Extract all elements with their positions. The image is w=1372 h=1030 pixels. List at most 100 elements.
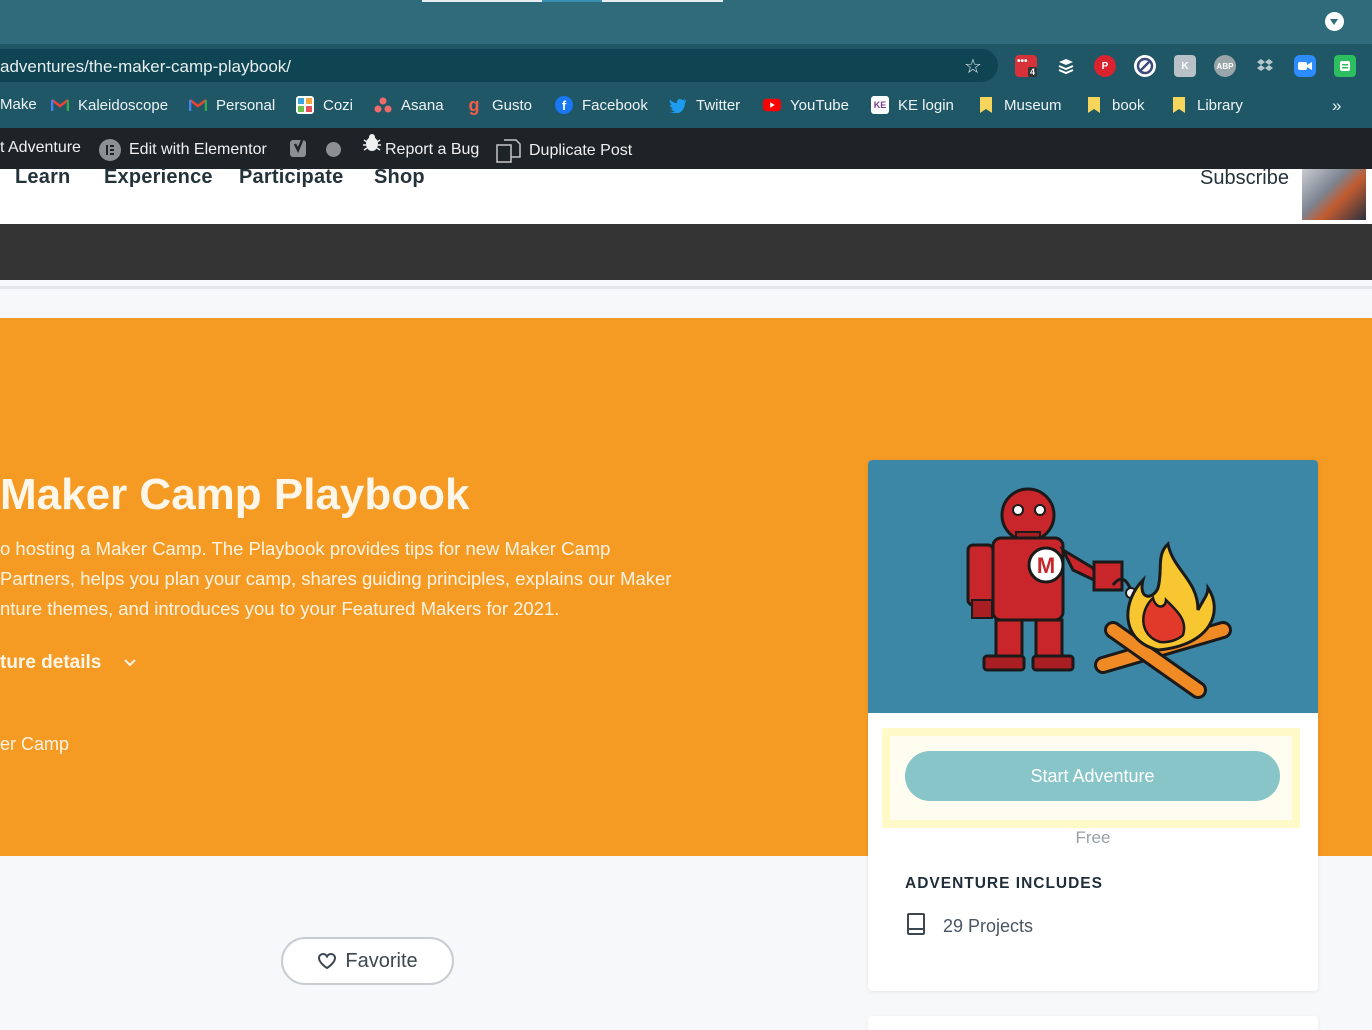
twitter-icon bbox=[669, 96, 687, 114]
edit-adventure-label: t Adventure bbox=[0, 139, 81, 156]
adventure-price: Free bbox=[1075, 828, 1111, 847]
favorite-button[interactable]: Favorite bbox=[281, 937, 454, 985]
nav-learn[interactable]: Learn bbox=[15, 166, 70, 189]
extension-badge: 4 bbox=[1028, 67, 1038, 77]
bookmark-star-icon[interactable]: ☆ bbox=[964, 54, 982, 79]
buffer-icon[interactable] bbox=[1055, 55, 1077, 77]
description-line: nture themes, and introduces you to your… bbox=[0, 598, 560, 619]
tab-indicator[interactable] bbox=[422, 0, 542, 2]
wp-admin-bar: t Adventure Edit with Elementor Report a… bbox=[0, 128, 1372, 169]
bookmark-label: KE login bbox=[898, 96, 954, 114]
folder-icon bbox=[1085, 96, 1103, 114]
gmail-icon bbox=[189, 96, 207, 114]
tab-indicator-active[interactable] bbox=[542, 0, 602, 2]
bookmark-ke-login[interactable]: KE KE login bbox=[871, 96, 954, 114]
bookmark-label: Make bbox=[0, 96, 37, 113]
edit-adventure-link[interactable]: t Adventure bbox=[0, 139, 81, 157]
zoom-icon[interactable] bbox=[1294, 55, 1316, 77]
chevron-down-icon bbox=[123, 655, 137, 671]
next-card bbox=[868, 1016, 1318, 1030]
bookmark-label: Cozi bbox=[323, 96, 354, 114]
report-bug-link[interactable]: Report a Bug bbox=[361, 132, 479, 159]
adventure-details-toggle[interactable]: ture details bbox=[0, 652, 137, 674]
more-bookmarks-icon[interactable]: » bbox=[1332, 96, 1341, 116]
bookmark-label: Gusto bbox=[492, 96, 533, 114]
site-header-nav: Learn Experience Participate Shop Subscr… bbox=[0, 166, 1372, 224]
folder-icon bbox=[977, 96, 995, 114]
bookmark-gusto[interactable]: g Gusto bbox=[465, 94, 533, 115]
tab-indicator[interactable] bbox=[602, 0, 723, 2]
maker-camp-link[interactable]: er Camp bbox=[0, 734, 69, 755]
asana-icon bbox=[374, 96, 392, 114]
todo-ext-icon[interactable]: ••• 4 bbox=[1015, 55, 1038, 77]
bookmark-book[interactable]: book bbox=[1085, 96, 1145, 114]
abp-icon[interactable]: ABP bbox=[1214, 55, 1236, 77]
duplicate-post-link[interactable]: Duplicate Post bbox=[496, 139, 632, 163]
bookmark-facebook[interactable]: f Facebook bbox=[555, 96, 648, 114]
bookmarks-bar: Make Kaleidoscope Personal Cozi Asana g … bbox=[0, 84, 1372, 128]
blocker-icon[interactable] bbox=[1134, 55, 1156, 77]
bookmark-kaleidoscope[interactable]: Kaleidoscope bbox=[51, 96, 168, 114]
duplicate-icon bbox=[496, 139, 521, 163]
browser-tab-strip bbox=[0, 0, 1372, 44]
address-bar[interactable]: adventures/the-maker-camp-playbook/ ☆ bbox=[0, 49, 998, 82]
gusto-icon: g bbox=[468, 94, 480, 115]
yoast-icon[interactable] bbox=[289, 137, 311, 159]
magazine-cover-thumbnail[interactable] bbox=[1302, 169, 1366, 220]
nav-participate[interactable]: Participate bbox=[239, 166, 343, 189]
robot-illustration: M bbox=[966, 487, 1137, 672]
description-line: o hosting a Maker Camp. The Playbook pro… bbox=[0, 538, 611, 559]
bookmark-label: YouTube bbox=[790, 96, 849, 114]
pinterest-icon[interactable]: P bbox=[1094, 55, 1116, 77]
robot-badge-letter: M bbox=[1037, 553, 1055, 578]
youtube-icon bbox=[763, 96, 781, 114]
adventure-description: o hosting a Maker Camp. The Playbook pro… bbox=[0, 534, 690, 624]
favorite-label: Favorite bbox=[345, 949, 418, 972]
edit-with-elementor-link[interactable]: Edit with Elementor bbox=[99, 139, 267, 161]
bookmark-twitter[interactable]: Twitter bbox=[669, 96, 740, 114]
bookmark-cozi[interactable]: Cozi bbox=[296, 96, 353, 114]
nav-shop[interactable]: Shop bbox=[374, 166, 425, 189]
book-icon bbox=[905, 912, 927, 941]
bookmark-youtube[interactable]: YouTube bbox=[763, 96, 849, 114]
secondary-nav-bar bbox=[0, 224, 1372, 280]
heart-icon bbox=[318, 952, 337, 970]
description-line: Partners, helps you plan your camp, shar… bbox=[0, 568, 672, 589]
kaleido-ext-icon[interactable]: K bbox=[1174, 55, 1196, 77]
folder-icon bbox=[1170, 96, 1188, 114]
ke-icon: KE bbox=[871, 96, 889, 114]
bookmark-label: Personal bbox=[216, 96, 276, 114]
report-bug-label: Report a Bug bbox=[385, 141, 480, 158]
bug-icon bbox=[361, 132, 383, 154]
gmail-icon bbox=[51, 96, 69, 114]
browser-toolbar: adventures/the-maker-camp-playbook/ ☆ ••… bbox=[0, 44, 1372, 84]
address-url[interactable]: adventures/the-maker-camp-playbook/ bbox=[0, 57, 291, 77]
bookmark-label: Museum bbox=[1004, 96, 1062, 114]
elementor-icon bbox=[99, 139, 121, 161]
bookmark-library[interactable]: Library bbox=[1170, 96, 1243, 114]
includes-projects: 29 Projects bbox=[905, 912, 1033, 941]
bookmark-make[interactable]: Make bbox=[0, 96, 37, 113]
evernote-icon[interactable] bbox=[1334, 55, 1356, 77]
bookmark-personal[interactable]: Personal bbox=[189, 96, 275, 114]
seo-score-dot-icon bbox=[326, 142, 341, 157]
subscribe-link[interactable]: Subscribe bbox=[1200, 167, 1289, 190]
bookmark-label: Asana bbox=[401, 96, 444, 114]
cozi-icon bbox=[296, 96, 314, 114]
divider bbox=[0, 286, 1372, 289]
start-adventure-button[interactable]: Start Adventure bbox=[905, 751, 1280, 801]
bookmark-asana[interactable]: Asana bbox=[374, 96, 444, 114]
dropbox-icon[interactable] bbox=[1254, 55, 1276, 77]
bookmark-label: Twitter bbox=[696, 96, 741, 114]
facebook-icon: f bbox=[555, 96, 573, 114]
elementor-label: Edit with Elementor bbox=[129, 141, 267, 158]
adventure-image: M bbox=[868, 460, 1318, 713]
tab-search-dropdown-icon[interactable] bbox=[1325, 12, 1344, 31]
adventure-card: M Start Adventure Free ADVENTURE INCLUDE… bbox=[868, 460, 1318, 991]
bookmark-label: book bbox=[1112, 96, 1145, 114]
bookmark-label: Facebook bbox=[582, 96, 648, 114]
bookmark-museum[interactable]: Museum bbox=[977, 96, 1062, 114]
adventure-title: Maker Camp Playbook bbox=[0, 470, 470, 519]
bookmark-label: Library bbox=[1197, 96, 1243, 114]
nav-experience[interactable]: Experience bbox=[104, 166, 213, 189]
